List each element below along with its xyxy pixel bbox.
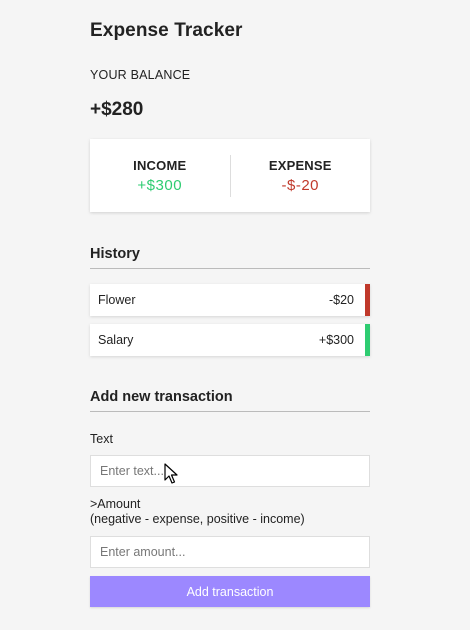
balance-label: YOUR BALANCE — [90, 68, 191, 82]
list-item[interactable]: Flower -$20 — [90, 284, 370, 316]
balance-value: +$280 — [90, 99, 144, 120]
add-transaction-title: Add new transaction — [90, 389, 370, 412]
history-list: Flower -$20 Salary +$300 — [90, 284, 370, 364]
transaction-amount: +$300 — [318, 333, 354, 347]
transaction-amount: -$20 — [328, 293, 354, 307]
income-value: +$300 — [137, 176, 183, 194]
amount-label-hint: (negative - expense, positive - income) — [90, 512, 305, 526]
expense-value: -$-20 — [281, 176, 320, 194]
history-title: History — [90, 246, 370, 269]
expense-label: EXPENSE — [268, 157, 332, 173]
text-input[interactable] — [90, 455, 370, 487]
app-title: Expense Tracker — [90, 20, 243, 41]
transaction-text: Salary — [98, 333, 134, 347]
list-item[interactable]: Salary +$300 — [90, 324, 370, 356]
amount-field-label: >Amount (negative - expense, positive - … — [90, 497, 305, 527]
add-transaction-button[interactable]: Add transaction — [90, 576, 370, 607]
amount-input[interactable] — [90, 536, 370, 568]
income-label: INCOME — [133, 157, 187, 173]
text-field-label: Text — [90, 432, 113, 446]
income-expense-card: INCOME +$300 EXPENSE -$-20 — [90, 139, 370, 212]
amount-label-title: >Amount — [90, 497, 141, 511]
expense-column: EXPENSE -$-20 — [231, 158, 371, 194]
income-column: INCOME +$300 — [90, 158, 230, 194]
transaction-text: Flower — [98, 293, 136, 307]
